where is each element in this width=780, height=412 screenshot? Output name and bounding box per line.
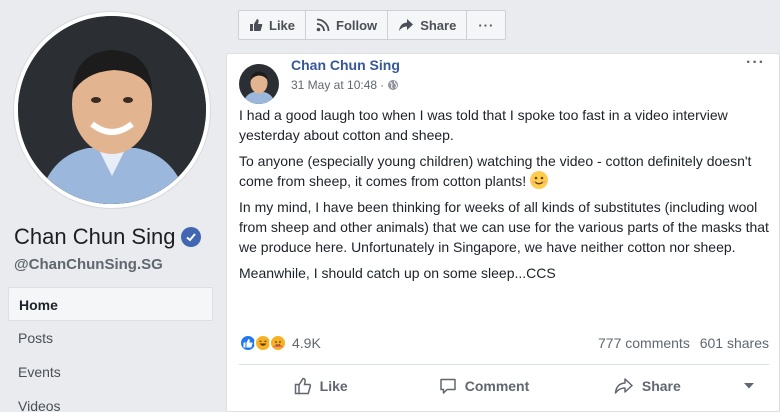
post-author-avatar[interactable]	[239, 64, 279, 104]
page-name[interactable]: Chan Chun Sing	[14, 224, 202, 250]
share-arrow-icon	[399, 19, 414, 31]
nav-item-home[interactable]: Home	[8, 287, 213, 321]
post-paragraph-2: To anyone (especially young children) wa…	[239, 153, 752, 189]
author-photo	[239, 64, 279, 104]
page-name-text: Chan Chun Sing	[14, 224, 176, 249]
globe-icon[interactable]	[387, 79, 399, 91]
post-like-label: Like	[319, 378, 348, 394]
left-column: Chan Chun Sing @ChanChunSing.SG Home Pos…	[0, 0, 226, 412]
verified-badge-icon	[181, 227, 202, 247]
comment-icon	[439, 378, 456, 394]
follow-label: Follow	[336, 17, 378, 33]
post-actions-divider	[239, 364, 769, 365]
like-page-button[interactable]: Like	[238, 10, 307, 40]
audience-dropdown-button[interactable]	[729, 382, 769, 390]
profile-photo	[18, 16, 206, 204]
post-paragraph-1: I had a good laugh too when I was told t…	[239, 107, 728, 143]
profile-picture[interactable]	[14, 12, 210, 208]
post-meta: 31 May at 10:48 ·	[291, 78, 399, 92]
follow-button[interactable]: Follow	[305, 10, 389, 40]
thumbs-up-icon	[250, 19, 263, 31]
share-page-button[interactable]: Share	[387, 10, 468, 40]
smiling-emoji-icon	[530, 171, 549, 189]
post-share-button[interactable]: Share	[566, 377, 729, 395]
like-page-label: Like	[269, 17, 296, 33]
post-comment-label: Comment	[464, 378, 530, 394]
care-reaction-icon	[269, 334, 287, 352]
comments-count[interactable]: 777 comments	[598, 335, 690, 351]
post-actions: Like Comment Share	[239, 370, 769, 402]
page-action-bar: Like Follow Share ···	[238, 10, 507, 40]
post-comment-button[interactable]: Comment	[402, 377, 565, 395]
post-more-options-button[interactable]: ···	[746, 54, 765, 72]
post-card: Chan Chun Sing 31 May at 10:48 · ··· I h…	[226, 53, 780, 412]
share-page-label: Share	[420, 17, 457, 33]
post-author-name[interactable]: Chan Chun Sing	[291, 57, 400, 73]
reactions-bar: 4.9K 777 comments 601 shares	[239, 332, 769, 354]
caret-down-icon	[743, 383, 754, 389]
reaction-count[interactable]: 4.9K	[292, 335, 321, 351]
engagement-counts: 777 comments 601 shares	[592, 335, 769, 351]
rss-icon	[316, 18, 330, 32]
nav-item-videos[interactable]: Videos	[8, 389, 213, 412]
post-share-label: Share	[641, 378, 681, 394]
post-like-button[interactable]: Like	[239, 377, 402, 395]
post-paragraph-4: Meanwhile, I should catch up on some sle…	[239, 265, 556, 281]
meta-separator: ·	[380, 78, 385, 92]
share-arrow-outline-icon	[614, 378, 633, 394]
reaction-icons[interactable]	[239, 334, 287, 352]
shares-count[interactable]: 601 shares	[700, 335, 769, 351]
more-options-button[interactable]: ···	[466, 10, 507, 40]
nav-item-events[interactable]: Events	[8, 355, 213, 389]
page-handle[interactable]: @ChanChunSing.SG	[14, 256, 163, 273]
page-nav: Home Posts Events Videos	[8, 287, 213, 412]
thumbs-up-outline-icon	[294, 377, 311, 395]
post-timestamp[interactable]: 31 May at 10:48	[291, 78, 377, 92]
post-paragraph-3: In my mind, I have been thinking for wee…	[239, 199, 769, 255]
nav-item-posts[interactable]: Posts	[8, 321, 213, 355]
post-text: I had a good laugh too when I was told t…	[239, 105, 769, 289]
